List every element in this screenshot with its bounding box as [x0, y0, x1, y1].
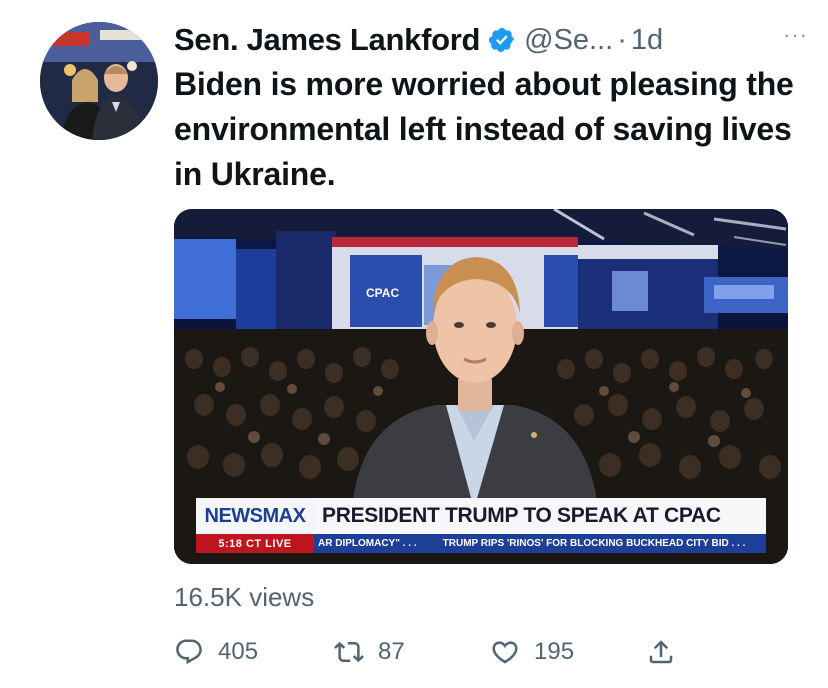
verified-badge-icon: [489, 28, 515, 52]
reply-button[interactable]: 405: [174, 630, 258, 674]
display-name[interactable]: Sen. James Lankford: [174, 22, 480, 58]
tweet-header: Sen. James Lankford @Se... · 1d ···: [174, 20, 808, 60]
more-options-icon[interactable]: ···: [783, 22, 808, 48]
tweet-media[interactable]: CPAC NEWSMAX PRESIDENT TRUMP TO SPEAK AT…: [174, 209, 788, 564]
retweet-icon: [334, 641, 364, 663]
avatar[interactable]: [40, 22, 158, 140]
news-logo: NEWSMAX: [196, 498, 314, 534]
separator-dot: ·: [617, 23, 627, 56]
retweet-button[interactable]: 87: [334, 630, 405, 674]
like-count: 195: [534, 638, 575, 665]
share-button[interactable]: [646, 630, 676, 674]
handle[interactable]: @Se...: [524, 24, 613, 57]
action-bar: 405 87 195: [174, 630, 694, 674]
reply-icon: [176, 639, 202, 665]
timestamp[interactable]: 1d: [631, 24, 663, 57]
like-button[interactable]: 195: [490, 630, 574, 674]
ticker-item: TRUMP RIPS 'RINOS' FOR BLOCKING BUCKHEAD…: [442, 538, 746, 549]
news-headline: PRESIDENT TRUMP TO SPEAK AT CPAC: [314, 498, 766, 534]
retweet-count: 87: [378, 638, 405, 665]
tweet-text: Biden is more worried about pleasing the…: [174, 66, 794, 192]
news-time-live: 5:18 CT LIVE: [196, 534, 314, 553]
share-icon: [649, 640, 673, 664]
ticker-item: AR DIPLOMACY" . . .: [318, 538, 417, 549]
view-count: 16.5K views: [174, 582, 314, 613]
views-number: 16.5K: [174, 582, 242, 612]
views-label: views: [249, 582, 315, 612]
avatar-photo: [40, 22, 158, 140]
news-ticker: AR DIPLOMACY" . . . TRUMP RIPS 'RINOS' F…: [314, 534, 766, 553]
stage-sign: CPAC: [366, 286, 399, 300]
reply-count: 405: [218, 638, 259, 665]
like-icon: [492, 641, 518, 664]
